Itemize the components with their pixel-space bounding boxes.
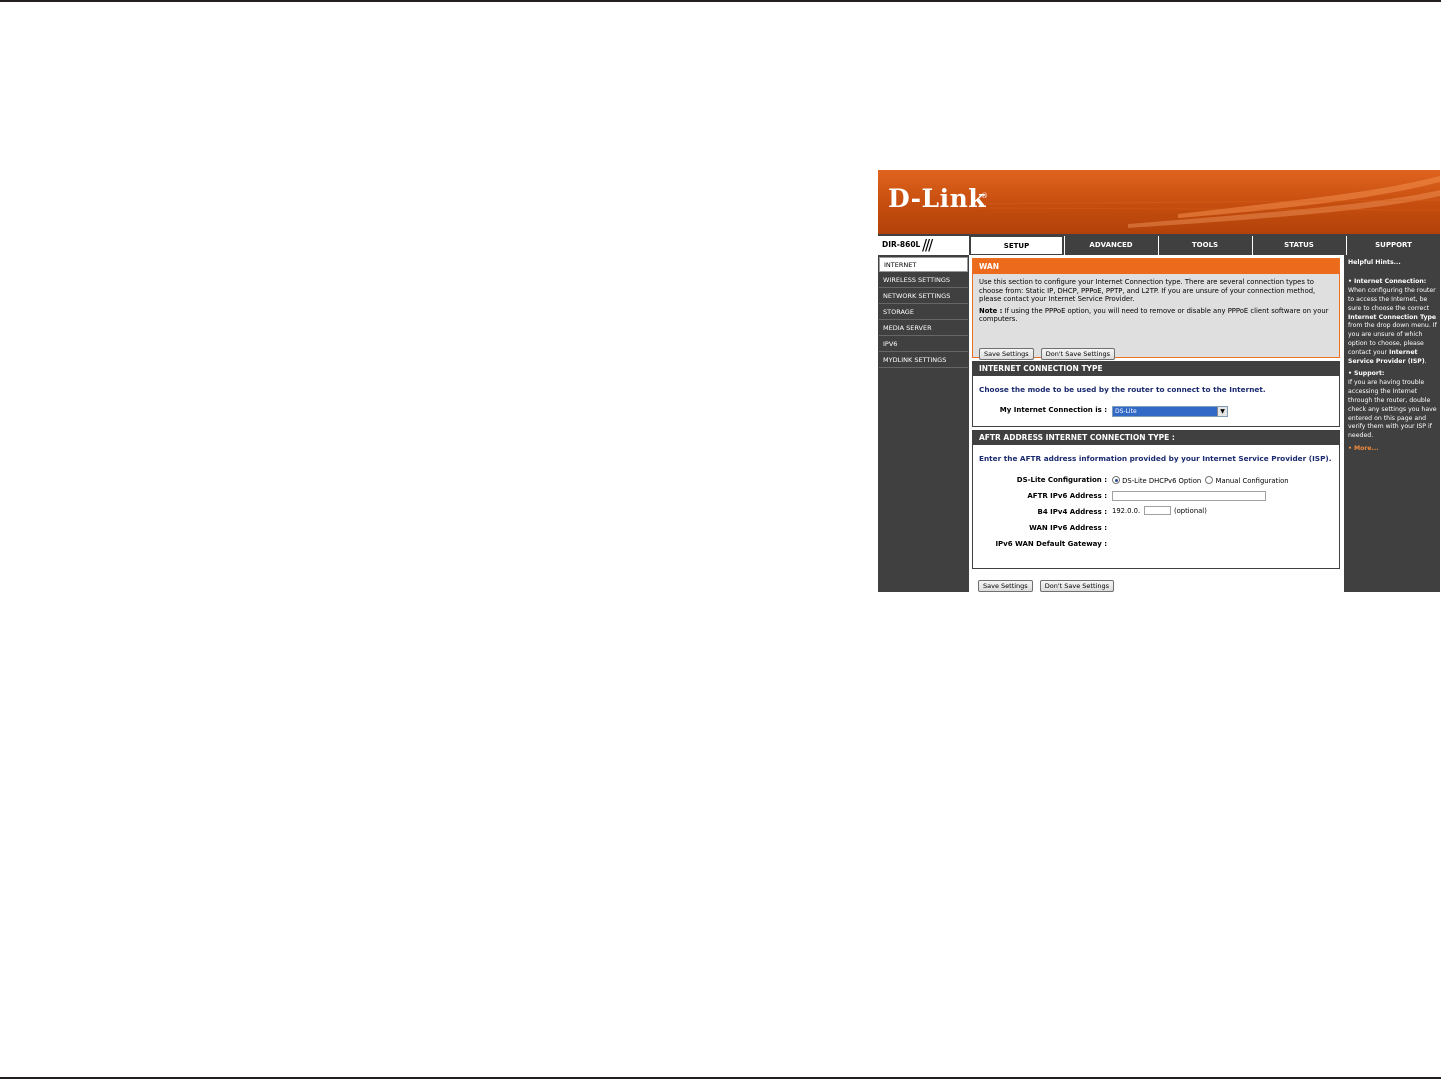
hint-ic-bold: Internet Connection Type	[1348, 313, 1437, 321]
sidebar-item-storage[interactable]: STORAGE	[879, 305, 968, 320]
wan-ipv6-label: WAN IPv6 Address :	[1029, 524, 1107, 532]
wan-section: WAN Use this section to configure your I…	[972, 258, 1340, 360]
page-top-rule	[0, 0, 1441, 2]
tab-advanced[interactable]: ADVANCED	[1064, 236, 1157, 255]
model-slashes: ///	[922, 236, 933, 254]
wan-description-text: Use this section to configure your Inter…	[979, 278, 1316, 304]
sidebar-item-ipv6[interactable]: IPV6	[879, 337, 968, 352]
wan-note-text: If using the PPPoE option, you will need…	[979, 306, 1329, 324]
connection-type-selected: DS-Lite	[1115, 408, 1137, 415]
b4-ipv4-input[interactable]	[1144, 506, 1171, 515]
wan-note: Note : If using the PPPoE option, you wi…	[973, 304, 1339, 324]
hint-support: • Support: If you are having trouble acc…	[1348, 370, 1437, 441]
hint-more: • More...	[1348, 445, 1437, 454]
wan-note-label: Note :	[979, 306, 1003, 315]
top-nav: DIR-860L /// SETUP ADVANCED TOOLS STATUS…	[878, 236, 1440, 255]
sidebar-item-media-server[interactable]: MEDIA SERVER	[879, 321, 968, 336]
radio-dhcpv6-label: DS-Lite DHCPv6 Option	[1122, 477, 1202, 485]
main-content: WAN Use this section to configure your I…	[969, 255, 1344, 592]
helpful-hints-panel: Helpful Hints... • Internet Connection: …	[1345, 257, 1440, 592]
tab-tools[interactable]: TOOLS	[1158, 236, 1251, 255]
wan-description: Use this section to configure your Inter…	[973, 274, 1339, 304]
tab-support[interactable]: SUPPORT	[1346, 236, 1440, 255]
ipv6-gateway-label: IPv6 WAN Default Gateway :	[995, 540, 1107, 548]
hint-internet-connection: • Internet Connection: When configuring …	[1348, 278, 1437, 367]
radio-manual-config[interactable]	[1205, 476, 1214, 484]
sidebar: INTERNET WIRELESS SETTINGS NETWORK SETTI…	[878, 257, 969, 369]
sidebar-item-wireless-settings[interactable]: WIRELESS SETTINGS	[879, 273, 968, 288]
connection-type-select[interactable]: DS-Lite ▼	[1112, 406, 1228, 417]
connection-type-title: INTERNET CONNECTION TYPE	[973, 362, 1339, 376]
save-settings-button-bottom[interactable]: Save Settings	[978, 580, 1033, 592]
wan-title: WAN	[973, 259, 1339, 274]
aftr-ipv6-label: AFTR IPv6 Address :	[1027, 492, 1107, 500]
sidebar-item-network-settings[interactable]: NETWORK SETTINGS	[879, 289, 968, 304]
header-banner: D-Link ®	[878, 170, 1440, 234]
model-label: DIR-860L	[882, 240, 921, 249]
hint-ic-end: .	[1424, 358, 1427, 366]
router-admin-frame: D-Link ® DIR-860L /// SETUP ADVANCED TOO…	[878, 170, 1440, 592]
chevron-down-icon[interactable]: ▼	[1217, 407, 1227, 416]
dont-save-settings-button-bottom[interactable]: Don't Save Settings	[1039, 580, 1114, 592]
sidebar-item-internet[interactable]: INTERNET	[879, 257, 968, 272]
tab-setup[interactable]: SETUP	[970, 236, 1063, 255]
registered-mark: ®	[981, 192, 988, 200]
tab-status[interactable]: STATUS	[1252, 236, 1345, 255]
aftr-title: AFTR ADDRESS INTERNET CONNECTION TYPE :	[973, 431, 1339, 445]
hint-support-text: If you are having trouble accessing the …	[1348, 378, 1437, 440]
radio-manual-label: Manual Configuration	[1215, 477, 1289, 485]
internet-connection-type-section: INTERNET CONNECTION TYPE Choose the mode…	[972, 361, 1340, 427]
save-settings-button-top[interactable]: Save Settings	[979, 348, 1034, 360]
model-badge: DIR-860L ///	[878, 236, 969, 255]
hints-title: Helpful Hints...	[1348, 259, 1401, 266]
dslite-config-label: DS-Lite Configuration :	[1016, 476, 1107, 484]
aftr-intro: Enter the AFTR address information provi…	[979, 454, 1332, 463]
hint-ic-text1: When configuring the router to access th…	[1348, 286, 1436, 312]
radio-dhcpv6-option[interactable]	[1112, 476, 1120, 484]
page-bottom-rule	[0, 1077, 1441, 1079]
hint-bullet: •	[1348, 277, 1352, 285]
aftr-section: AFTR ADDRESS INTERNET CONNECTION TYPE : …	[972, 430, 1340, 569]
dlink-logo: D-Link	[888, 184, 987, 213]
hint-bullet-support: •	[1348, 369, 1352, 377]
wan-buttons: Save Settings Don't Save Settings	[979, 341, 1115, 360]
bottom-buttons: Save Settings Don't Save Settings	[978, 573, 1114, 592]
sidebar-item-mydlink-settings[interactable]: MYDLINK SETTINGS	[879, 353, 968, 368]
dslite-config-options: DS-Lite DHCPv6 Option Manual Configurati…	[1112, 476, 1289, 485]
b4-optional-hint: (optional)	[1174, 507, 1207, 515]
hint-support-title: Support:	[1353, 369, 1385, 377]
more-link[interactable]: More...	[1354, 445, 1379, 452]
b4-prefix: 192.0.0.	[1112, 507, 1141, 515]
hint-ic-title: Internet Connection:	[1353, 277, 1427, 285]
hint-bullet-more: •	[1348, 445, 1352, 453]
dont-save-settings-button-top[interactable]: Don't Save Settings	[1040, 348, 1115, 360]
connection-type-intro: Choose the mode to be used by the router…	[979, 385, 1266, 394]
b4-ipv4-label: B4 IPv4 Address :	[1037, 508, 1107, 516]
aftr-ipv6-input[interactable]	[1112, 491, 1266, 501]
connection-type-label: My Internet Connection is :	[999, 406, 1107, 414]
